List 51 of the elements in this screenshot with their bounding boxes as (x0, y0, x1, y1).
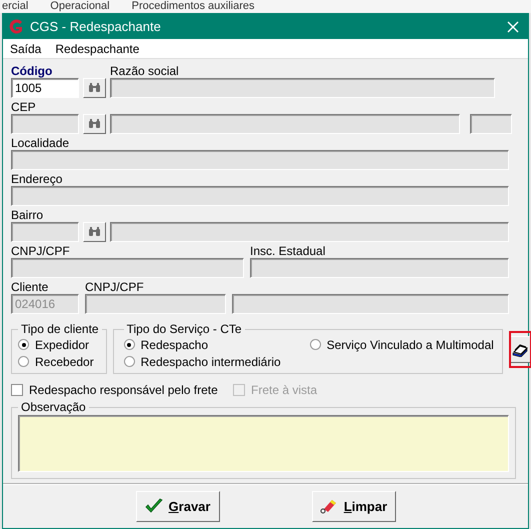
binoculars-icon (88, 227, 101, 238)
menu-item[interactable]: Procedimentos auxiliares (132, 0, 255, 13)
radio-button[interactable] (124, 339, 135, 350)
field-label: CNPJ/CPF (11, 244, 71, 258)
radio-button[interactable] (18, 356, 29, 368)
menu-item[interactable]: ercial (2, 0, 28, 13)
group-title: Observação (20, 400, 87, 414)
input-field[interactable] (110, 222, 509, 242)
checkmark-icon (144, 498, 163, 514)
field-label: Código (11, 64, 54, 78)
radio-label: Redespacho (140, 338, 208, 352)
highlight-frame (508, 331, 531, 368)
field-label: Bairro (11, 208, 44, 222)
menu-item[interactable]: Redespachante (55, 42, 140, 56)
checkbox-label: Redespacho responsável pelo frete (29, 383, 218, 398)
input-field[interactable] (232, 294, 509, 314)
field-label: CNPJ/CPF (85, 280, 145, 294)
menu-item[interactable]: Saída (10, 42, 42, 56)
radio-label: Serviço Vinculado a Multimodal (326, 338, 494, 352)
field-label: Localidade (11, 136, 70, 150)
window-title: CGS - Redespachante (30, 19, 162, 34)
group-title: Tipo de cliente (20, 322, 100, 336)
radio-button[interactable] (310, 339, 321, 350)
binoculars-icon (88, 119, 101, 130)
input-field[interactable] (470, 114, 512, 134)
input-field[interactable]: 1005 (11, 78, 79, 98)
group-title: Tipo do Serviço - CTe (126, 322, 243, 336)
close-icon (507, 20, 519, 32)
search-button[interactable] (83, 78, 106, 98)
radio-button[interactable] (18, 339, 29, 350)
app-logo-icon (8, 18, 24, 34)
field-label: CEP (11, 100, 37, 114)
radio-label: Expedidor (35, 338, 90, 352)
radio-button[interactable] (124, 356, 135, 368)
text-area[interactable] (18, 415, 509, 472)
search-button[interactable] (83, 222, 106, 242)
input-field[interactable] (110, 114, 460, 134)
checkbox-label: Frete à vista (251, 383, 318, 398)
menu-item[interactable]: Operacional (50, 0, 110, 13)
checkbox[interactable] (11, 384, 23, 396)
field-label: Insc. Estadual (250, 244, 326, 258)
eraser-icon (320, 498, 338, 514)
field-label: Razão social (110, 64, 180, 78)
save-button[interactable]: Gravar (136, 490, 220, 522)
field-label: Endereço (11, 172, 64, 186)
search-button[interactable] (83, 114, 106, 134)
binoculars-icon (88, 83, 101, 94)
radio-label: Recebedor (35, 354, 94, 369)
clear-button[interactable]: Limpar (312, 490, 396, 522)
radio-label: Redespacho intermediário (140, 354, 281, 369)
field-label: Cliente (11, 280, 50, 294)
